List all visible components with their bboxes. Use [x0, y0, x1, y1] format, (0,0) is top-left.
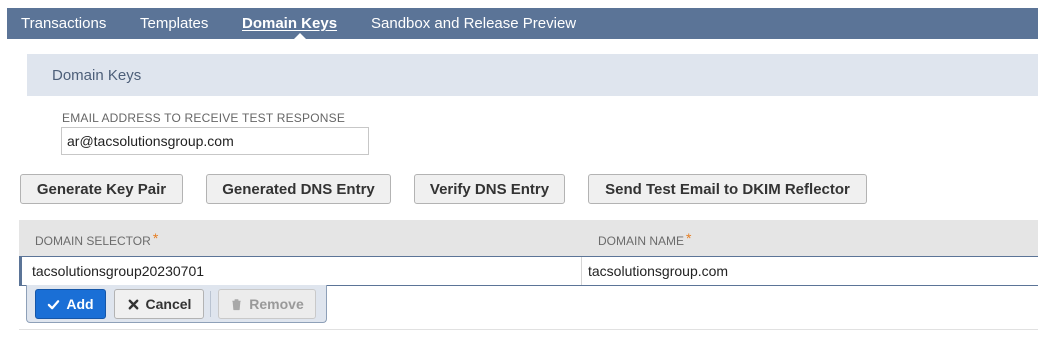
column-header-domain-name: DOMAIN NAME * [598, 230, 692, 248]
remove-row-label: Remove [249, 296, 304, 312]
domain-selector-cell [22, 257, 581, 285]
action-divider [210, 291, 211, 317]
tab-transactions[interactable]: Transactions [21, 15, 106, 32]
required-marker: * [152, 230, 159, 246]
active-tab-caret-icon [293, 33, 307, 40]
check-icon [48, 299, 60, 309]
domain-selector-input[interactable] [22, 257, 581, 285]
trash-icon [232, 298, 241, 310]
cancel-row-button[interactable]: Cancel [114, 289, 204, 319]
section-header: Domain Keys [27, 54, 1038, 96]
column-header-label: DOMAIN SELECTOR [35, 234, 151, 248]
top-nav-bar: Transactions Templates Domain Keys Sandb… [7, 8, 1038, 40]
tab-templates[interactable]: Templates [140, 15, 208, 32]
add-row-button[interactable]: Add [35, 289, 106, 319]
verify-dns-entry-button[interactable]: Verify DNS Entry [414, 174, 565, 204]
generate-key-pair-button[interactable]: Generate Key Pair [20, 174, 183, 204]
section-title: Domain Keys [52, 67, 142, 84]
send-test-email-button[interactable]: Send Test Email to DKIM Reflector [588, 174, 867, 204]
email-field-label: EMAIL ADDRESS TO RECEIVE TEST RESPONSE [62, 111, 346, 125]
remove-row-button[interactable]: Remove [218, 289, 316, 319]
required-marker: * [686, 230, 692, 246]
column-header-domain-selector: DOMAIN SELECTOR * [35, 230, 159, 248]
tab-domain-keys[interactable]: Domain Keys [242, 15, 337, 32]
table-header: DOMAIN SELECTOR * DOMAIN NAME * [19, 220, 1038, 256]
generated-dns-entry-button[interactable]: Generated DNS Entry [206, 174, 391, 204]
table-row [19, 256, 1038, 286]
x-icon [128, 299, 138, 309]
cancel-row-label: Cancel [145, 296, 192, 312]
row-action-bar: Add Cancel Remove [26, 285, 327, 323]
test-email-input[interactable] [61, 127, 369, 155]
add-row-label: Add [66, 296, 94, 312]
tab-sandbox-release-preview[interactable]: Sandbox and Release Preview [371, 15, 576, 32]
domain-name-input[interactable] [582, 257, 1038, 285]
table-bottom-divider [19, 329, 1038, 330]
column-header-label: DOMAIN NAME [598, 234, 685, 248]
domain-name-cell [581, 257, 1038, 285]
